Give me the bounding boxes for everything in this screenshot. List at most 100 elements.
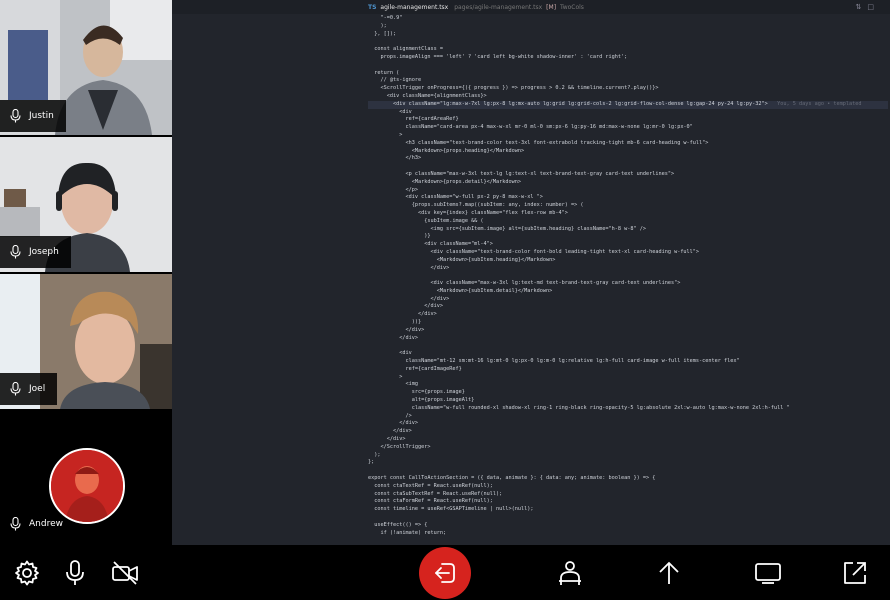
participant-name-tag: Andrew <box>0 508 75 540</box>
code-line: className="card-area px-4 max-w-xl mr-0 … <box>368 124 693 131</box>
code-line: <div key={index} className="flex flex-ro… <box>368 209 568 216</box>
participant-name-tag: Justin <box>0 100 66 132</box>
code-line: const ctaTextRef = React.useRef(null); <box>368 482 493 489</box>
code-line: {props.subItems?.map((subItem: any, inde… <box>368 202 584 209</box>
code-line: <div className="lg:max-w-7xl lg:px-8 lg:… <box>368 100 888 109</box>
editor-actions: ⇅□ <box>856 3 881 11</box>
participant-name: Andrew <box>29 519 63 529</box>
code-line: <div className="text-brand-color font-bo… <box>368 248 700 255</box>
code-line: /> <box>368 412 412 419</box>
code-line: <Markdown>{props.detail}</Markdown> <box>368 178 522 185</box>
code-line: ))} <box>368 319 422 326</box>
camera-toggle-button[interactable] <box>100 545 150 600</box>
microphone-icon <box>10 245 21 259</box>
code-line: src={props.image} <box>368 389 465 396</box>
code-line: ref={cardAreaRef} <box>368 116 459 123</box>
code-line: <Markdown>{subItem.heading}</Markdown> <box>368 256 556 263</box>
editor-tab-filename[interactable]: agile-management.tsx <box>380 4 448 11</box>
participants-button[interactable] <box>545 545 595 600</box>
code-line: <div className={alignmentClass}> <box>368 92 487 99</box>
code-line: <div <box>368 108 412 115</box>
share-button[interactable] <box>644 545 694 600</box>
code-line: <Markdown>{subItem.detail}</Markdown> <box>368 287 553 294</box>
participant-name: Joel <box>29 384 46 394</box>
code-line: <div className="w-full px-2 py-8 max-w-x… <box>368 194 543 201</box>
code-line: className="w-full rounded-xl shadow-xl r… <box>368 404 790 411</box>
code-line: <p className="max-w-3xl text-lg lg:text-… <box>368 170 675 177</box>
code-line: > <box>368 373 403 380</box>
code-line: </div> <box>368 334 418 341</box>
code-line: <Markdown>{props.heading}</Markdown> <box>368 147 525 154</box>
code-line: className="mt-12 sm:mt-16 lg:mt-0 lg:px-… <box>368 358 740 365</box>
code-line: alt={props.imageAlt} <box>368 397 475 404</box>
microphone-icon <box>10 382 21 396</box>
code-line: "-=0.9" <box>368 15 403 21</box>
code-line: <div className="max-w-3xl lg:text-md tex… <box>368 280 681 287</box>
code-line: const timeline = useRef<GSAPTimeline | n… <box>368 506 534 513</box>
code-line: <img src={subItem.image} alt={subItem.he… <box>368 225 646 232</box>
code-line: </div> <box>368 264 450 271</box>
external-link-icon <box>844 561 866 584</box>
settings-button[interactable] <box>2 545 52 600</box>
code-line: </div> <box>368 428 412 435</box>
code-line: const ctaFormRef = React.useRef(null); <box>368 498 493 505</box>
code-line: ); <box>368 22 387 29</box>
code-line: </div> <box>368 295 450 302</box>
popout-button[interactable] <box>830 545 880 600</box>
code-line: // @ts-ignore <box>368 77 422 84</box>
code-line: <ScrollTrigger onProgress={({ progress }… <box>368 85 659 92</box>
person-icon <box>559 560 581 585</box>
typescript-file-icon: TS <box>368 3 377 11</box>
code-line: export const CallToActionSection = ({ da… <box>368 475 656 482</box>
code-line: </ScrollTrigger> <box>368 443 431 450</box>
code-line: </div> <box>368 436 406 443</box>
code-line: <div <box>368 350 412 357</box>
participant-name-tag: Joel <box>0 373 58 405</box>
more-icon[interactable]: □ <box>867 3 880 11</box>
mute-button[interactable] <box>50 545 100 600</box>
leave-icon <box>435 563 455 583</box>
upload-arrow-icon <box>659 561 679 584</box>
camera-off-icon <box>112 560 138 585</box>
code-line: </div> <box>368 311 437 318</box>
editor-breadcrumb-path: pages/agile-management.tsx <box>454 3 543 11</box>
microphone-icon <box>10 109 21 123</box>
leave-call-button[interactable] <box>419 547 471 599</box>
code-line: const alignmentClass = <box>368 46 443 53</box>
code-line: useEffect(() => { <box>368 521 428 528</box>
screen-share-button[interactable] <box>743 545 793 600</box>
code-line: }; <box>368 459 375 466</box>
gear-icon <box>15 560 39 585</box>
code-line: </div> <box>368 303 443 310</box>
code-line: {subItem.image && ( <box>368 217 484 224</box>
microphone-icon <box>10 517 21 531</box>
code-line: ); <box>368 451 381 458</box>
code-line: props.imageAlign === 'left' ? 'card left… <box>368 53 628 60</box>
code-line: return ( <box>368 69 400 76</box>
breadcrumb-symbol: TwoCols <box>560 3 584 11</box>
code-area[interactable]: "-=0.9" ); }, []); const alignmentClass … <box>368 15 888 545</box>
participant-name: Justin <box>29 111 54 121</box>
code-line: </p> <box>368 186 418 193</box>
git-blame-annotation: You, 5 days ago • templated <box>767 100 862 107</box>
participant-name-tag: Joseph <box>0 236 71 268</box>
code-line: </h3> <box>368 155 422 162</box>
code-line: </div> <box>368 326 425 333</box>
code-line: <img <box>368 381 418 388</box>
code-line: <h3 className="text-brand-color text-3xl… <box>368 139 709 146</box>
code-line: ref={cardImageRef} <box>368 365 462 372</box>
participants-panel: Justin Joseph Joel Andrew <box>0 0 172 545</box>
modified-badge: [M] <box>546 3 557 11</box>
shared-screen-code-editor: TS agile-management.tsx pages/agile-mana… <box>172 0 890 545</box>
split-editor-icon[interactable]: ⇅ <box>856 3 868 11</box>
code-line: if (!animate) return; <box>368 529 447 536</box>
code-line: </div> <box>368 420 418 427</box>
